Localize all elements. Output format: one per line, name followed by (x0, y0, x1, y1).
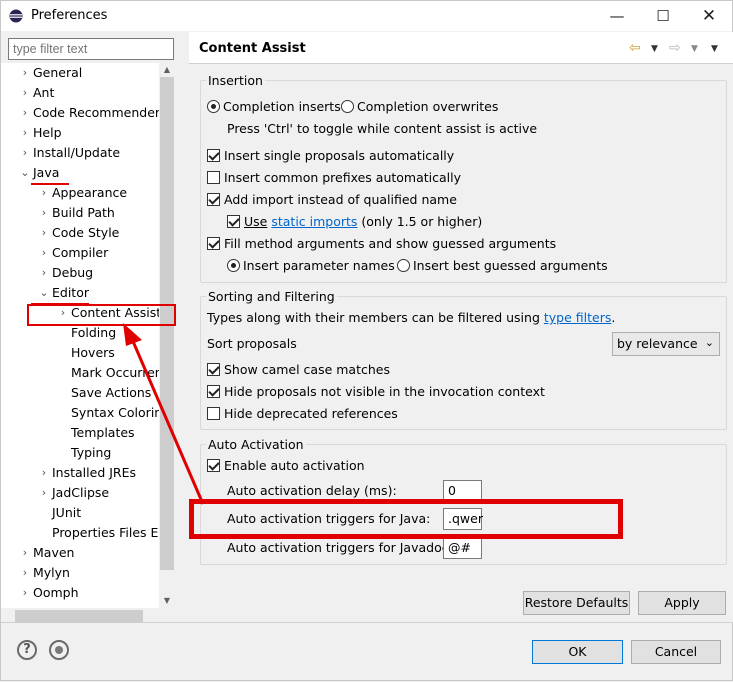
apply-button[interactable]: Apply (638, 591, 726, 615)
preferences-window: Preferences — ☐ ✕ ›General ›Ant ›Code Re… (0, 0, 733, 681)
restore-defaults-button[interactable]: Restore Defaults (523, 591, 630, 615)
annotation-arrow (123, 323, 205, 505)
annotation-arrow-line (130, 338, 205, 505)
annotation-arrow-head (123, 323, 142, 346)
help-icon[interactable]: ? (17, 640, 37, 660)
ok-button[interactable]: OK (532, 640, 623, 664)
cancel-button[interactable]: Cancel (631, 640, 721, 664)
footer-separator (1, 622, 733, 623)
import-export-icon[interactable] (49, 640, 69, 660)
